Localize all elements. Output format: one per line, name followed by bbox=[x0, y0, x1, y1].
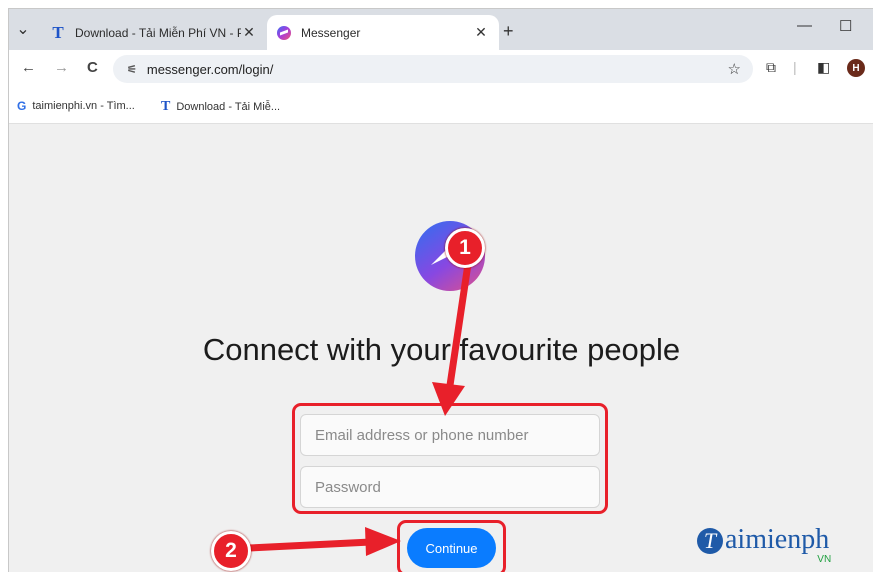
tab-messenger[interactable]: Messenger ✕ bbox=[267, 15, 499, 50]
site-settings-icon[interactable]: ⚟ bbox=[127, 63, 137, 76]
arrow-step1 bbox=[445, 260, 472, 396]
address-bar[interactable]: ⚟ messenger.com/login/ ☆ bbox=[113, 55, 753, 83]
address-toolbar: ← → C ⚟ messenger.com/login/ ☆ ⧉ | ◧ H bbox=[9, 50, 873, 89]
taimienphi-favicon-icon: T bbox=[52, 22, 64, 42]
close-icon[interactable]: ✕ bbox=[241, 24, 257, 41]
avatar[interactable]: H bbox=[847, 59, 865, 77]
browser-window: ⌄ T Download - Tải Miễn Phí VN - P ✕ Mes… bbox=[8, 8, 873, 572]
tab-strip: ⌄ T Download - Tải Miễn Phí VN - P ✕ Mes… bbox=[9, 9, 873, 50]
watermark-text: aimienph bbox=[725, 524, 830, 555]
tab-search-button[interactable]: ⌄ bbox=[11, 17, 35, 41]
step-badge-2: 2 bbox=[211, 531, 251, 571]
reload-button[interactable]: C bbox=[87, 59, 98, 76]
extensions-icon[interactable]: ⧉ bbox=[766, 59, 776, 76]
back-button[interactable]: ← bbox=[21, 59, 36, 76]
bookmark-label: Download - Tải Miễ... bbox=[176, 101, 281, 113]
tab-label: Download - Tải Miễn Phí VN - P bbox=[75, 25, 241, 40]
bookmark-download[interactable]: T Download - Tải Miễ... bbox=[161, 99, 280, 115]
close-icon[interactable]: ✕ bbox=[473, 24, 489, 41]
bookmark-star-icon[interactable]: ☆ bbox=[728, 60, 741, 78]
toolbar-divider: | bbox=[793, 59, 797, 75]
annotation-arrows bbox=[245, 260, 472, 556]
tab-label: Messenger bbox=[301, 25, 361, 40]
bookmarks-bar: G taimienphi.vn - Tìm... T Download - Tả… bbox=[9, 89, 873, 124]
url-text: messenger.com/login/ bbox=[146, 61, 274, 77]
watermark-sub: VN bbox=[817, 554, 832, 565]
google-icon: G bbox=[17, 99, 27, 113]
side-panel-icon[interactable]: ◧ bbox=[817, 59, 830, 76]
step-badge-1: 1 bbox=[445, 228, 485, 268]
maximize-button[interactable]: ☐ bbox=[839, 17, 852, 35]
chevron-down-icon: ⌄ bbox=[16, 21, 30, 38]
forward-button[interactable]: → bbox=[54, 59, 69, 76]
watermark-logo: Taimienph VN bbox=[697, 524, 831, 565]
new-tab-button[interactable]: + bbox=[503, 21, 514, 42]
bookmark-taimienphi[interactable]: G taimienphi.vn - Tìm... bbox=[17, 99, 135, 113]
bookmark-label: taimienphi.vn - Tìm... bbox=[32, 100, 135, 112]
tab-download[interactable]: T Download - Tải Miễn Phí VN - P ✕ bbox=[41, 15, 267, 50]
messenger-favicon-icon bbox=[277, 25, 291, 40]
taimienphi-favicon-icon: T bbox=[161, 99, 171, 114]
watermark-letter: T bbox=[697, 528, 723, 554]
page-content: Connect with your favourite people Conti… bbox=[9, 124, 873, 572]
arrow-step2 bbox=[245, 538, 375, 552]
arrow-head-step1 bbox=[432, 382, 465, 416]
arrow-head-step2 bbox=[365, 527, 401, 556]
minimize-button[interactable]: — bbox=[797, 17, 812, 34]
